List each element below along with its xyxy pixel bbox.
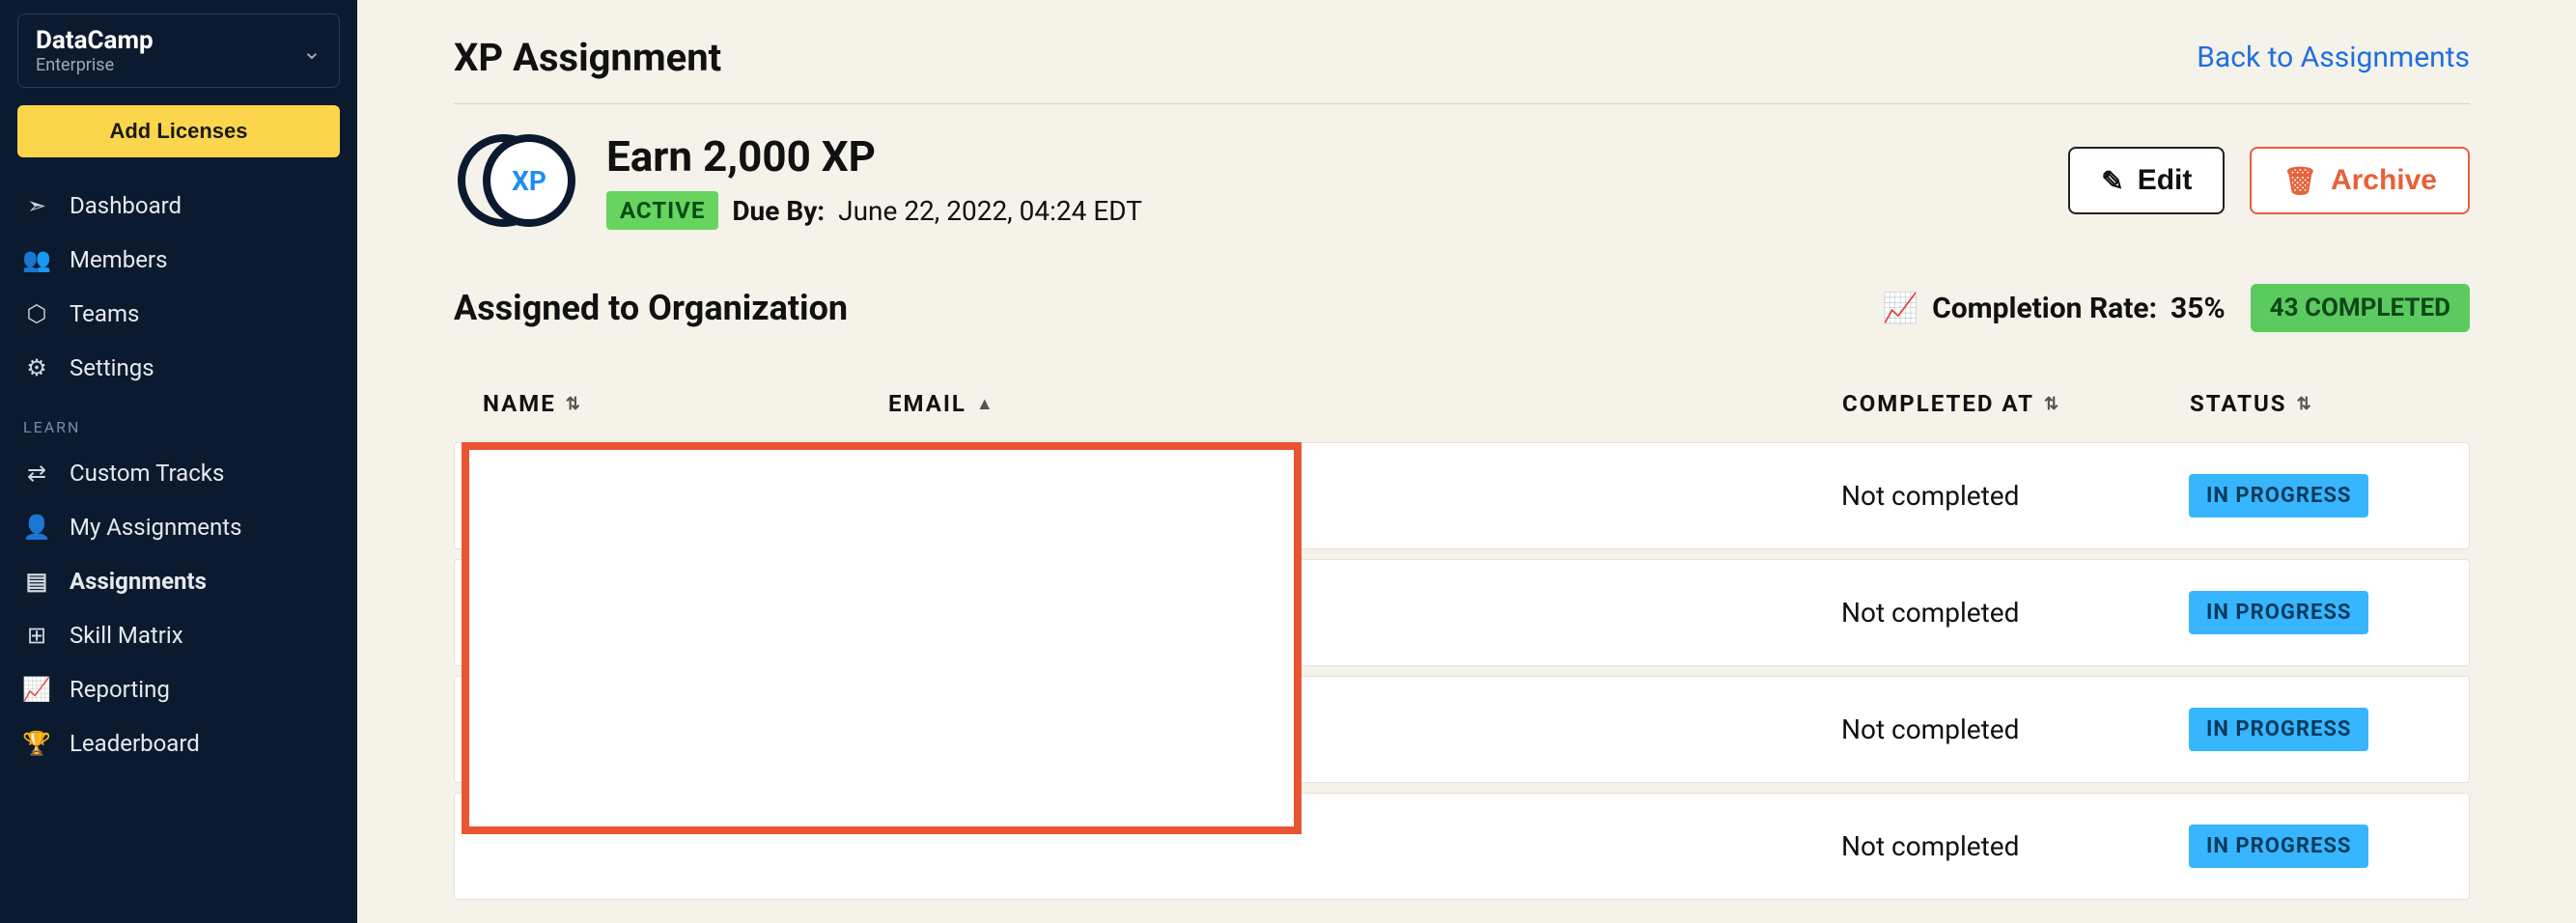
sidebar-item-label: Teams: [70, 300, 139, 327]
archive-button-label: Archive: [2331, 164, 2437, 197]
sidebar-item-skill-matrix[interactable]: ⊞ Skill Matrix: [17, 608, 340, 662]
divider: [454, 103, 2470, 104]
teams-icon: ⬡: [23, 300, 50, 327]
completion-rate-value: 35%: [2170, 292, 2226, 325]
column-header-name[interactable]: NAME ⇅: [483, 390, 888, 417]
page-title: XP Assignment: [454, 35, 721, 80]
sidebar-item-leaderboard[interactable]: 🏆 Leaderboard: [17, 716, 340, 770]
status-pill: IN PROGRESS: [2189, 474, 2368, 517]
edit-button[interactable]: ✎ Edit: [2068, 147, 2225, 214]
skill-matrix-icon: ⊞: [23, 622, 50, 649]
chart-icon: 📈: [1883, 292, 1918, 325]
column-header-status[interactable]: STATUS ⇅: [2190, 390, 2441, 417]
sidebar-item-settings[interactable]: ⚙ Settings: [17, 341, 340, 395]
main-content: XP Assignment Back to Assignments XP Ear…: [357, 0, 2576, 923]
sidebar-item-custom-tracks[interactable]: ⇄ Custom Tracks: [17, 446, 340, 500]
reporting-icon: 📈: [23, 676, 50, 703]
sidebar-item-label: Reporting: [70, 676, 170, 703]
archive-icon: 🗑: [2282, 165, 2317, 197]
status-pill: IN PROGRESS: [2189, 591, 2368, 634]
xp-badge-icon: XP: [454, 134, 579, 227]
status-pill: IN PROGRESS: [2189, 708, 2368, 751]
sidebar-item-label: Members: [70, 246, 167, 273]
org-switcher[interactable]: DataCamp Enterprise ⌄: [17, 14, 340, 88]
sidebar-item-label: Leaderboard: [70, 730, 200, 757]
section-title: Assigned to Organization: [454, 288, 848, 328]
my-assignments-icon: 👤: [23, 514, 50, 541]
cell-completed-at: Not completed: [1841, 713, 2189, 745]
cell-completed-at: Not completed: [1841, 830, 2189, 862]
assignment-title: Earn 2,000 XP: [606, 131, 1142, 182]
column-header-completed-at[interactable]: COMPLETED AT ⇅: [1842, 390, 2190, 417]
sort-icon: ⇅: [566, 394, 582, 414]
leaderboard-icon: 🏆: [23, 730, 50, 757]
sidebar-item-label: Custom Tracks: [70, 460, 224, 487]
sidebar: DataCamp Enterprise ⌄ Add Licenses ➣ Das…: [0, 0, 357, 923]
sidebar-item-label: Assignments: [70, 568, 207, 595]
sidebar-item-label: Settings: [70, 354, 154, 381]
edit-icon: ✎: [2101, 165, 2123, 197]
cell-completed-at: Not completed: [1841, 597, 2189, 629]
archive-button[interactable]: 🗑 Archive: [2250, 147, 2470, 214]
cell-completed-at: Not completed: [1841, 480, 2189, 512]
sidebar-section-learn: LEARN: [17, 395, 340, 446]
status-pill: IN PROGRESS: [2189, 825, 2368, 868]
assignees-table: NAME ⇅ EMAIL ▲ COMPLETED AT ⇅ STATUS ⇅ N…: [454, 365, 2470, 900]
sidebar-item-assignments[interactable]: ▤ Assignments: [17, 554, 340, 608]
sidebar-item-label: Skill Matrix: [70, 622, 183, 649]
gear-icon: ⚙: [23, 354, 50, 381]
assignments-icon: ▤: [23, 568, 50, 595]
chevron-down-icon: ⌄: [302, 38, 322, 65]
rocket-icon: ➣: [23, 192, 50, 219]
due-by-value: June 22, 2022, 04:24 EDT: [838, 195, 1142, 227]
completion-rate: 📈 Completion Rate: 35%: [1883, 292, 2226, 325]
due-by-label: Due By:: [732, 195, 825, 227]
sort-asc-icon: ▲: [976, 394, 995, 414]
edit-button-label: Edit: [2138, 164, 2193, 197]
org-name: DataCamp: [36, 26, 154, 55]
sidebar-item-reporting[interactable]: 📈 Reporting: [17, 662, 340, 716]
sidebar-item-label: My Assignments: [70, 514, 242, 541]
sort-icon: ⇅: [2297, 394, 2313, 414]
sidebar-item-teams[interactable]: ⬡ Teams: [17, 287, 340, 341]
sort-icon: ⇅: [2044, 394, 2060, 414]
redaction-overlay: [462, 442, 1302, 834]
svg-text:XP: XP: [512, 165, 546, 197]
add-licenses-button[interactable]: Add Licenses: [17, 105, 340, 157]
sidebar-item-dashboard[interactable]: ➣ Dashboard: [17, 179, 340, 233]
back-to-assignments-link[interactable]: Back to Assignments: [2197, 41, 2470, 74]
sidebar-item-label: Dashboard: [70, 192, 182, 219]
tracks-icon: ⇄: [23, 460, 50, 487]
status-active-pill: ACTIVE: [606, 191, 718, 230]
org-plan: Enterprise: [36, 55, 154, 75]
completed-count-pill: 43 COMPLETED: [2251, 284, 2470, 332]
column-header-email[interactable]: EMAIL ▲: [888, 390, 1842, 417]
completion-rate-label: Completion Rate:: [1932, 292, 2157, 325]
members-icon: 👥: [23, 246, 50, 273]
sidebar-item-my-assignments[interactable]: 👤 My Assignments: [17, 500, 340, 554]
sidebar-item-members[interactable]: 👥 Members: [17, 233, 340, 287]
